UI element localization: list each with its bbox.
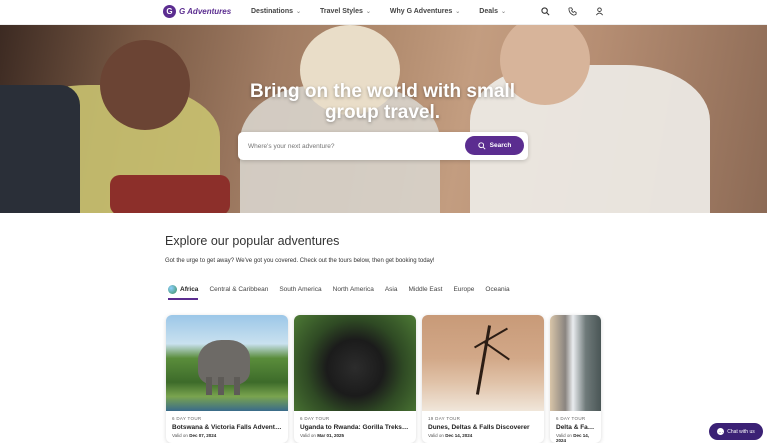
valid-date: Dec 14, 2024 (445, 433, 473, 438)
chevron-down-icon: ⌄ (365, 9, 371, 15)
tree-shape (475, 325, 492, 395)
tab-label: North America (332, 286, 374, 293)
tab-label: Oceania (485, 286, 510, 293)
nav-item-label: Deals (479, 8, 498, 15)
search-icon (477, 141, 486, 150)
elephant-leg (206, 377, 212, 395)
tour-card-image (166, 315, 288, 411)
tour-duration: 6 DAY TOUR (556, 416, 586, 421)
tour-duration: 6 DAY TOUR (300, 416, 330, 421)
tour-card[interactable]: 19 DAY TOUR Dunes, Deltas & Falls Discov… (422, 315, 544, 443)
nav-item-label: Why G Adventures (389, 8, 453, 15)
chat-button[interactable]: … Chat with us (709, 423, 763, 440)
hero-banner: Bring on the world with small group trav… (0, 25, 767, 213)
tour-card-body: 6 DAY TOUR Delta & Falls Di Valid on Dec… (550, 411, 601, 443)
logo-text: G Adventures (179, 7, 232, 16)
tab-label: Middle East (408, 286, 443, 293)
region-tabs: Africa Central & Caribbean South America… (168, 285, 521, 300)
tour-card-image (422, 315, 544, 411)
nav-item-deals[interactable]: Deals ⌄ (479, 8, 506, 15)
tour-title: Uganda to Rwanda: Gorilla Treks & ... (300, 424, 410, 431)
tab-label: South America (279, 286, 322, 293)
valid-label: Valid on (172, 433, 188, 438)
search-button[interactable]: Search (465, 136, 524, 155)
tab-central-caribbean[interactable]: Central & Caribbean (209, 286, 268, 299)
search-icon[interactable] (540, 6, 551, 17)
nav-menu: Destinations ⌄ Travel Styles ⌄ Why G Adv… (251, 8, 525, 15)
valid-label: Valid on (428, 433, 444, 438)
tab-oceania[interactable]: Oceania (485, 286, 509, 299)
section-title: Explore our popular adventures (165, 234, 340, 248)
tour-card[interactable]: 6 DAY TOUR Delta & Falls Di Valid on Dec… (550, 315, 601, 443)
tour-title: Botswana & Victoria Falls Adventure (172, 424, 282, 431)
tab-label: Central & Caribbean (209, 286, 269, 293)
tab-label: Asia (384, 286, 398, 293)
hero-photo-seat (0, 85, 80, 213)
tour-card-image (550, 315, 601, 411)
globe-icon (168, 285, 177, 294)
tour-card-image (294, 315, 416, 411)
tab-europe[interactable]: Europe (453, 286, 474, 299)
nav-item-travel-styles[interactable]: Travel Styles ⌄ (320, 8, 371, 15)
tour-card-body: 19 DAY TOUR Dunes, Deltas & Falls Discov… (422, 411, 544, 443)
chat-label: Chat with us (727, 428, 755, 435)
hero-title: Bring on the world with small group trav… (250, 81, 515, 123)
chat-icon: … (717, 428, 725, 435)
user-icon[interactable] (594, 6, 605, 17)
tour-title: Delta & Falls Di (556, 424, 595, 431)
tour-title: Dunes, Deltas & Falls Discoverer (428, 424, 530, 431)
search-button-label: Search (489, 142, 512, 149)
tour-valid-date: Valid on Mar 01, 2025 (300, 433, 410, 438)
nav-item-destinations[interactable]: Destinations ⌄ (251, 8, 301, 15)
tab-middle-east[interactable]: Middle East (408, 286, 442, 299)
top-nav: G G Adventures Destinations ⌄ Travel Sty… (0, 0, 767, 25)
tab-south-america[interactable]: South America (279, 286, 321, 299)
hero-photo-person-head (100, 40, 190, 130)
nav-item-label: Destinations (251, 8, 294, 15)
nav-item-why-g-adventures[interactable]: Why G Adventures ⌄ (390, 8, 460, 15)
tab-asia[interactable]: Asia (385, 286, 398, 299)
tour-valid-date: Valid on Dec 07, 2024 (172, 433, 282, 438)
logo[interactable]: G G Adventures (163, 5, 231, 18)
tab-label: Europe (453, 286, 475, 293)
hero-search-box: Search (238, 132, 528, 160)
tab-africa[interactable]: Africa (168, 285, 199, 300)
chevron-down-icon: ⌄ (500, 9, 507, 15)
tab-label: Africa (180, 286, 199, 293)
hero-photo-fabric (110, 175, 230, 213)
tour-duration: 6 DAY TOUR (172, 416, 202, 421)
search-input[interactable] (248, 140, 448, 153)
tour-valid-date: Valid on Dec 14, 2024 (556, 433, 595, 443)
chevron-down-icon: ⌄ (296, 9, 302, 15)
tree-branch (484, 341, 510, 361)
valid-date: Mar 01, 2025 (317, 433, 344, 438)
nav-icons (540, 6, 605, 17)
tour-valid-date: Valid on Dec 14, 2024 (428, 433, 538, 438)
valid-date: Dec 07, 2024 (189, 433, 217, 438)
section-subtitle: Got the urge to get away? We've got you … (165, 258, 435, 264)
elephant-leg (234, 377, 240, 395)
tour-card[interactable]: 6 DAY TOUR Botswana & Victoria Falls Adv… (166, 315, 288, 443)
logo-mark: G (163, 5, 176, 18)
phone-icon[interactable] (567, 6, 578, 17)
chevron-down-icon: ⌄ (455, 9, 461, 15)
tour-card-body: 6 DAY TOUR Uganda to Rwanda: Gorilla Tre… (294, 411, 416, 443)
elephant-leg (218, 377, 224, 395)
tour-duration: 19 DAY TOUR (428, 416, 461, 421)
tour-card[interactable]: 6 DAY TOUR Uganda to Rwanda: Gorilla Tre… (294, 315, 416, 443)
valid-label: Valid on (300, 433, 316, 438)
nav-item-label: Travel Styles (320, 8, 363, 15)
tour-card-body: 6 DAY TOUR Botswana & Victoria Falls Adv… (166, 411, 288, 443)
tab-north-america[interactable]: North America (333, 286, 374, 299)
